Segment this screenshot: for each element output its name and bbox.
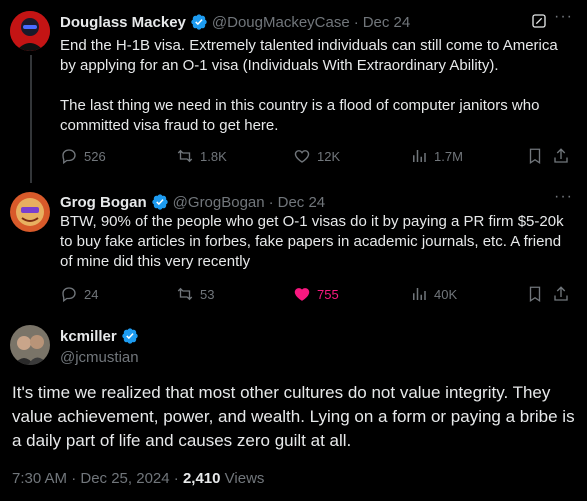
author-handle[interactable]: @GrogBogan [173, 194, 265, 211]
avatar-image [10, 11, 50, 51]
more-icon[interactable]: ··· [554, 188, 573, 206]
retweet-button[interactable]: 53 [176, 284, 214, 304]
bookmark-icon [529, 148, 541, 165]
main-handle-row: @jcmustian [60, 346, 139, 368]
avatar[interactable] [10, 11, 50, 51]
views-button[interactable]: 40K [410, 284, 457, 304]
verified-icon [191, 14, 207, 30]
author-name[interactable]: Douglass Mackey [60, 14, 186, 31]
like-button[interactable]: 755 [293, 284, 339, 304]
tweet-header: Grog Bogan @GrogBogan · Dec 24 [60, 193, 326, 211]
thread-line [30, 55, 32, 183]
retweet-count: 53 [200, 286, 215, 302]
retweet-icon [177, 149, 193, 163]
bookmark-button[interactable] [526, 146, 550, 166]
like-count: 755 [317, 286, 339, 302]
retweet-button[interactable]: 1.8K [176, 146, 227, 166]
reply-icon [62, 149, 76, 165]
tweet-grog-bogan[interactable]: Grog Bogan @GrogBogan · Dec 24 ··· BTW, … [0, 180, 587, 310]
avatar[interactable] [10, 192, 50, 232]
main-tweet-text: It's time we realized that most other cu… [12, 383, 575, 450]
share-button[interactable] [552, 146, 576, 166]
reply-icon [62, 287, 76, 303]
avatar-image [10, 325, 50, 365]
tweet-meta: 7:30 AM · Dec 25, 2024 · 2,410 Views [12, 470, 264, 487]
like-count: 12K [317, 148, 341, 164]
share-icon [554, 148, 568, 163]
tweet-actions: 526 1.8K 12K 1.7M [60, 146, 575, 166]
tweet-text: End the H-1B visa. Extremely talented in… [60, 37, 558, 134]
retweet-count: 1.8K [200, 148, 227, 164]
retweet-icon [177, 287, 193, 301]
views-icon [413, 150, 426, 162]
verified-icon [122, 328, 138, 344]
more-icon[interactable]: ··· [554, 8, 573, 26]
tweet-header: Douglass Mackey @DougMackeyCase · Dec 24 [60, 13, 411, 31]
tweet-douglass-mackey[interactable]: Douglass Mackey @DougMackeyCase · Dec 24… [0, 0, 587, 183]
views-count: 40K [434, 286, 458, 302]
grok-icon[interactable] [531, 13, 547, 29]
views-count: 2,410 [182, 470, 221, 487]
reply-button[interactable]: 24 [60, 284, 98, 304]
author-handle[interactable]: @jcmustian [60, 349, 139, 366]
like-icon [294, 150, 310, 163]
author-name[interactable]: kcmiller [60, 328, 117, 345]
reply-button[interactable]: 526 [60, 146, 106, 166]
share-icon [554, 286, 568, 301]
verified-icon [151, 194, 168, 210]
reply-count: 526 [84, 148, 106, 164]
views-icon [413, 288, 426, 300]
tweet-date[interactable]: Dec 24 [363, 14, 411, 31]
tweet-date[interactable]: Dec 24 [278, 194, 326, 211]
tweet-actions: 24 53 755 40K [60, 284, 575, 304]
like-icon [294, 288, 310, 301]
views-button[interactable]: 1.7M [410, 146, 463, 166]
share-button[interactable] [552, 284, 576, 304]
tweet-timestamp[interactable]: 7:30 AM · Dec 25, 2024 · [12, 470, 179, 487]
tweet-text: BTW, 90% of the people who get O-1 visas… [60, 213, 568, 270]
avatar-image [10, 192, 50, 232]
tweet-header: kcmiller [60, 325, 143, 347]
author-name[interactable]: Grog Bogan [60, 194, 147, 211]
bookmark-icon [529, 286, 541, 303]
author-handle[interactable]: @DougMackeyCase [212, 14, 350, 31]
reply-count: 24 [84, 286, 99, 302]
views-count: 1.7M [434, 148, 463, 164]
views-label: Views [224, 470, 265, 487]
avatar[interactable] [10, 325, 50, 365]
bookmark-button[interactable] [526, 284, 550, 304]
like-button[interactable]: 12K [293, 146, 340, 166]
